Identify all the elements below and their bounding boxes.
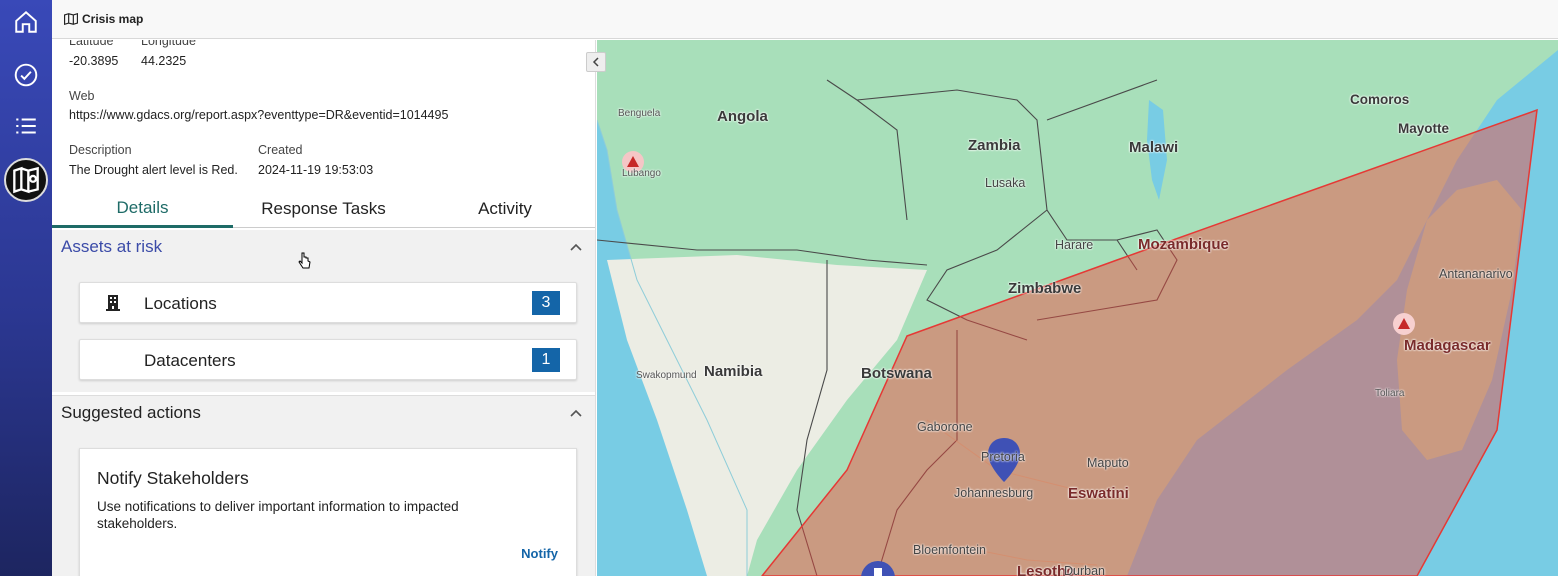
action-card-notify: Notify Stakeholders Use notifications to… xyxy=(79,448,577,576)
description-label: Description xyxy=(69,143,132,157)
created-label: Created xyxy=(258,143,303,157)
assets-section-header[interactable]: Assets at risk xyxy=(52,229,595,265)
suggested-actions-header[interactable]: Suggested actions xyxy=(52,395,595,431)
chevron-up-icon[interactable] xyxy=(568,405,584,421)
chevron-left-icon xyxy=(592,57,599,67)
map-label-mayotte: Mayotte xyxy=(1398,121,1450,136)
collapse-panel-button[interactable] xyxy=(586,52,606,72)
web-label: Web xyxy=(69,89,95,103)
map-label-madagascar: Madagascar xyxy=(1404,337,1491,354)
tab-response-tasks[interactable]: Response Tasks xyxy=(233,190,414,228)
asset-card-datacenters[interactable]: Datacenters 1 xyxy=(79,339,577,380)
longitude-value: 44.2325 xyxy=(141,54,187,68)
map-label-antananarivo: Antananarivo xyxy=(1439,267,1513,281)
check-circle-icon[interactable] xyxy=(10,59,42,91)
tab-activity[interactable]: Activity xyxy=(414,190,595,228)
map-label-harare: Harare xyxy=(1055,238,1094,252)
web-link[interactable]: https://www.gdacs.org/report.aspx?eventt… xyxy=(69,108,448,122)
tab-details[interactable]: Details xyxy=(52,190,233,228)
map-label-comoros: Comoros xyxy=(1350,92,1410,107)
asset-label: Datacenters xyxy=(144,351,236,370)
home-icon[interactable] xyxy=(10,6,42,38)
map-label-namibia: Namibia xyxy=(704,363,763,380)
map-label-toliara: Toliara xyxy=(1375,388,1405,399)
map-label-zambia: Zambia xyxy=(968,137,1021,154)
action-card-description: Use notifications to deliver important i… xyxy=(97,499,459,531)
map-label-benguela: Benguela xyxy=(618,108,661,119)
asset-label: Locations xyxy=(144,294,217,313)
alert-marker-icon[interactable] xyxy=(1392,312,1416,336)
tab-bar: Details Response Tasks Activity xyxy=(52,190,595,228)
asset-count-badge: 1 xyxy=(532,348,560,372)
map-label-eswatini: Eswatini xyxy=(1068,485,1129,502)
map-label-zimbabwe: Zimbabwe xyxy=(1008,280,1082,297)
map-label-gaborone: Gaborone xyxy=(917,420,973,434)
map-label-botswana: Botswana xyxy=(861,365,932,382)
details-panel: Latitude Longitude -20.3895 44.2325 Web … xyxy=(52,40,596,576)
map-label-malawi: Malawi xyxy=(1129,139,1179,156)
map-icon xyxy=(64,13,78,25)
map-label-lusaka: Lusaka xyxy=(985,176,1026,190)
latitude-label: Latitude xyxy=(69,40,114,48)
map-label-lubango: Lubango xyxy=(622,168,661,179)
notify-button[interactable]: Notify xyxy=(521,546,558,561)
pointer-cursor-icon xyxy=(298,252,311,269)
top-bar: Crisis map xyxy=(52,0,1558,39)
asset-card-locations[interactable]: Locations 3 xyxy=(79,282,577,323)
map-label-mozambique: Mozambique xyxy=(1138,236,1229,253)
chevron-up-icon[interactable] xyxy=(568,239,584,255)
building-icon xyxy=(106,295,120,311)
list-icon[interactable] xyxy=(10,110,42,142)
created-value: 2024-11-19 19:53:03 xyxy=(258,163,374,177)
map-label-angola: Angola xyxy=(717,108,768,125)
map-label-johannesburg: Johannesburg xyxy=(954,486,1034,500)
datacenter-pin-icon[interactable] xyxy=(860,560,896,576)
page-title: Crisis map xyxy=(82,12,144,26)
map-label-durban: Durban xyxy=(1064,564,1105,576)
map-label-pretoria: Pretoria xyxy=(981,450,1025,464)
map-label-bloemfontein: Bloemfontein xyxy=(913,543,986,557)
crisis-map[interactable]: Angola Zambia Malawi Mozambique Zimbabwe… xyxy=(597,40,1558,576)
left-nav-rail xyxy=(0,0,52,576)
map-label-swakopmund: Swakopmund xyxy=(636,370,697,381)
assets-title: Assets at risk xyxy=(61,237,163,256)
suggested-actions-title: Suggested actions xyxy=(61,403,201,422)
longitude-label: Longitude xyxy=(141,40,196,48)
action-card-title: Notify Stakeholders xyxy=(97,468,249,488)
description-value: The Drought alert level is Red. xyxy=(69,163,238,177)
asset-count-badge: 3 xyxy=(532,291,560,315)
map-nav-icon[interactable] xyxy=(4,158,48,202)
latitude-value: -20.3895 xyxy=(69,54,119,68)
map-label-maputo: Maputo xyxy=(1087,456,1129,470)
